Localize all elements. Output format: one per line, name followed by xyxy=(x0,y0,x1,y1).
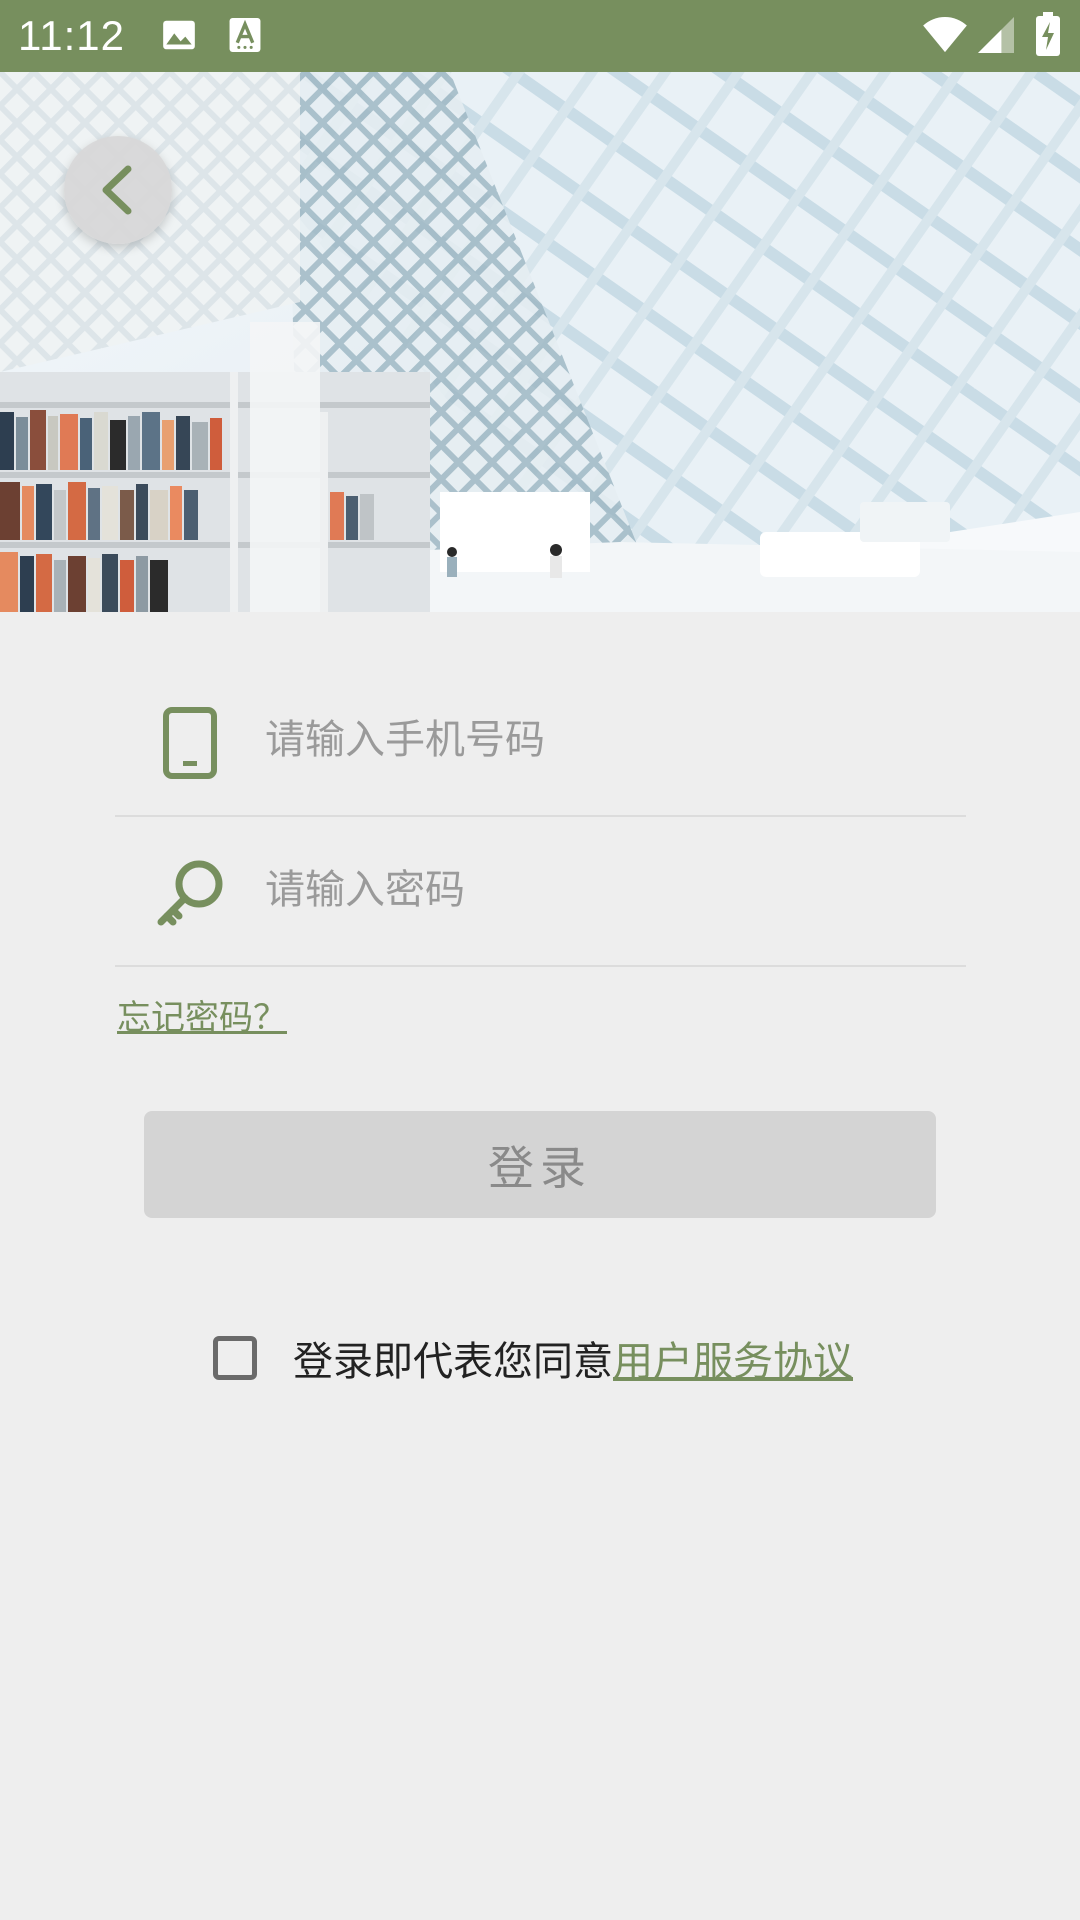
password-input[interactable] xyxy=(265,855,945,925)
font-a-icon xyxy=(228,16,262,58)
image-icon xyxy=(160,16,198,58)
cellular-signal-icon xyxy=(978,16,1014,58)
forgot-password-link[interactable]: 忘记密码？ xyxy=(117,990,287,1039)
status-bar: 11:12 xyxy=(0,0,1080,72)
password-field xyxy=(115,815,966,967)
agreement-row: 登录即代表您同意 用户服务协议 xyxy=(213,1328,853,1388)
key-icon xyxy=(150,853,230,933)
back-button[interactable] xyxy=(64,136,172,244)
login-screen: 11:12 请输入手机号码 忘记密码？ 登录 登录即代表您同意 用户服务协议 xyxy=(0,0,1080,1920)
hero-image xyxy=(0,72,1080,612)
phone-input[interactable] xyxy=(265,705,945,775)
library-photo xyxy=(0,72,1080,612)
phone-icon xyxy=(150,703,230,783)
user-agreement-link[interactable]: 用户服务协议 xyxy=(613,1329,853,1387)
chevron-left-icon xyxy=(96,163,140,217)
wifi-icon xyxy=(922,16,968,58)
agreement-text: 登录即代表您同意 xyxy=(293,1339,613,1385)
battery-charging-icon xyxy=(1036,12,1060,60)
agreement-checkbox[interactable] xyxy=(213,1336,257,1380)
phone-field xyxy=(115,665,966,817)
status-time: 11:12 xyxy=(18,12,125,59)
login-button[interactable]: 登录 xyxy=(144,1111,936,1218)
